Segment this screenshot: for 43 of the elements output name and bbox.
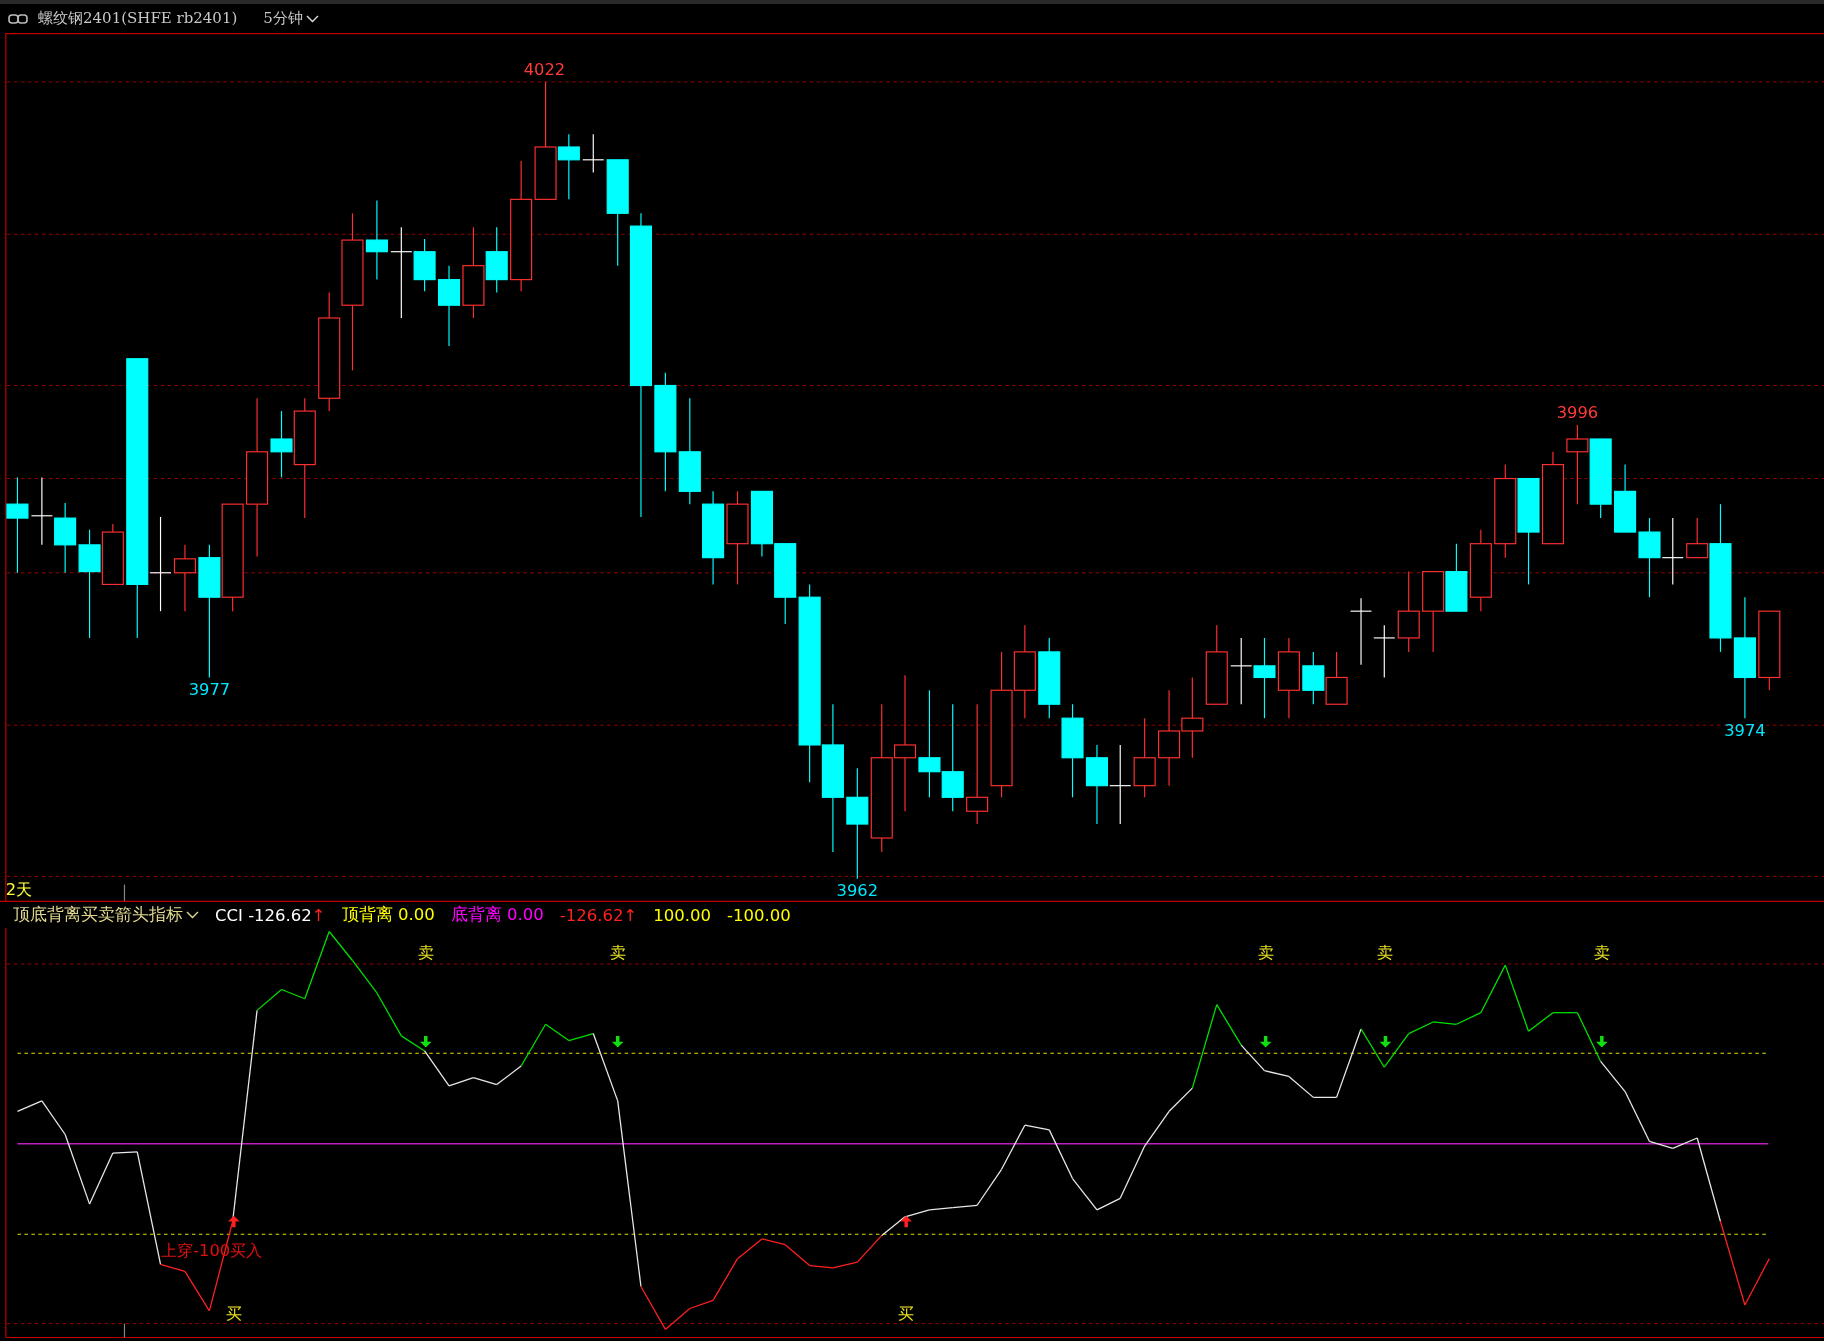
- period-dropdown[interactable]: 5分钟: [259, 9, 323, 28]
- arrow-up-icon: [228, 1215, 240, 1228]
- sell-signal-label: 卖: [417, 943, 434, 963]
- sell-signal-label: 卖: [1257, 943, 1274, 963]
- link-icon: [8, 13, 28, 24]
- candlestick: [1349, 597, 1373, 666]
- legend-value: CCI -126.62↑: [215, 905, 326, 925]
- candlestick: [1445, 543, 1468, 612]
- buy-signal-label: 买: [898, 1304, 915, 1323]
- candlestick: [173, 544, 196, 612]
- legend-value: 底背离 0.00: [450, 904, 544, 926]
- instrument-title: 螺纹钢2401(SHFE rb2401): [38, 9, 238, 28]
- legend-value: -126.62↑: [559, 905, 638, 925]
- arrow-up-icon: [900, 1215, 912, 1228]
- price-label: 3974: [1724, 720, 1766, 740]
- range-label: 2天: [5, 880, 33, 899]
- legend-value: 100.00: [653, 905, 711, 925]
- legend-value: -100.00: [726, 905, 791, 925]
- candlestick: [1325, 651, 1348, 705]
- arrow-down-icon: [1259, 1035, 1272, 1048]
- candlestick: [750, 490, 773, 558]
- candlestick: [485, 226, 508, 293]
- candlestick: [1661, 517, 1684, 585]
- candlestick: [1230, 637, 1253, 705]
- arrow-down-icon: [419, 1035, 432, 1048]
- arrow-down-icon: [611, 1035, 624, 1048]
- buy-signal-label: 买: [225, 1304, 242, 1323]
- price-label: 3962: [836, 881, 879, 901]
- candlestick: [1614, 464, 1637, 533]
- sell-signal-label: 卖: [609, 943, 626, 963]
- legend-value: 顶背离 0.00: [341, 904, 435, 926]
- arrow-down-icon: [1596, 1035, 1608, 1048]
- arrow-down-icon: [1379, 1035, 1392, 1048]
- price-label: 3996: [1556, 403, 1599, 423]
- chevron-down-icon: [186, 911, 199, 919]
- price-label: 3977: [188, 679, 231, 699]
- chevron-down-icon: [305, 14, 319, 23]
- price-label: 4022: [523, 59, 566, 79]
- indicator-dropdown[interactable]: 顶底背离买卖箭头指标: [13, 904, 199, 926]
- candlestick: [30, 476, 53, 546]
- sell-signal-label: 卖: [1377, 943, 1394, 963]
- sell-signal-label: 卖: [1593, 943, 1610, 963]
- candlestick: [1302, 651, 1325, 705]
